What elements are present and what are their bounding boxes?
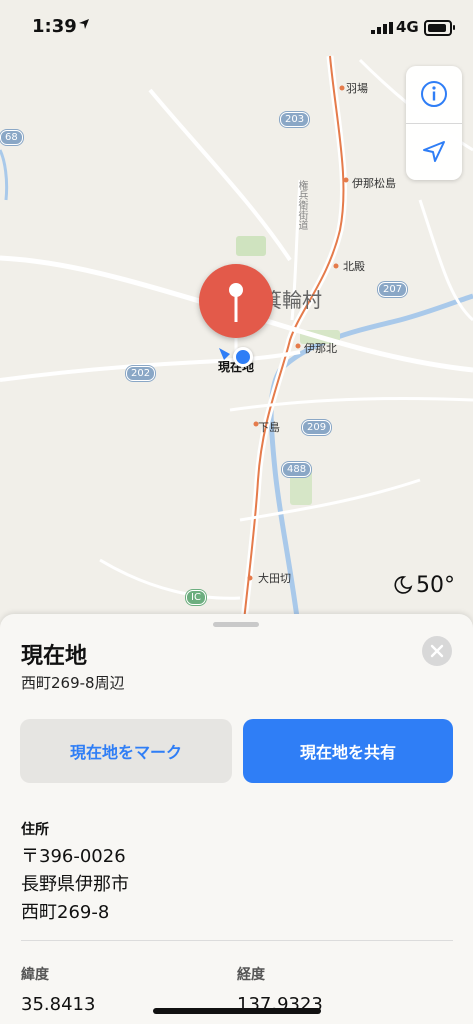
latitude-label: 緯度: [21, 967, 49, 983]
address-label: 住所: [21, 822, 49, 838]
battery-icon: [424, 20, 455, 36]
map-label-ootagiri: 大田切: [258, 572, 291, 585]
latitude-value: 35.8413: [21, 994, 96, 1015]
place-title: 現在地: [21, 644, 88, 669]
weather-temp: 50°: [416, 573, 455, 598]
home-indicator[interactable]: [153, 1008, 321, 1014]
route-shield-202: 202: [126, 366, 156, 381]
map-controls: [406, 66, 462, 180]
dropped-pin-marker[interactable]: [199, 264, 273, 338]
status-time: 1:39: [32, 16, 77, 37]
interchange-icon: IC: [186, 590, 206, 605]
weather-indicator: 50°: [390, 573, 455, 598]
address-prefecture-city: 長野県伊那市: [21, 874, 129, 895]
current-location-dot[interactable]: [233, 347, 253, 367]
map-label-shimojima: 下島: [258, 421, 280, 434]
map-label-haba: 羽場: [346, 82, 368, 95]
route-shield-68: 68: [0, 130, 23, 145]
map-label-ina-kita: 伊那北: [304, 342, 337, 355]
route-shield-209: 209: [302, 420, 332, 435]
map-label-road: 権兵衛街道: [296, 180, 307, 230]
location-arrow-icon: [79, 19, 89, 29]
address-postal: 〒396-0026: [21, 846, 126, 867]
divider: [21, 940, 453, 941]
status-bar: 1:39 4G: [0, 0, 473, 56]
longitude-label: 経度: [237, 967, 265, 983]
sheet-grabber[interactable]: [213, 622, 259, 627]
moon-cloud-icon: [394, 575, 413, 594]
location-arrow-outline-icon: [423, 141, 445, 162]
route-shield-203: 203: [280, 112, 310, 127]
share-location-button[interactable]: 現在地を共有: [243, 719, 453, 783]
pin-icon: [229, 283, 243, 322]
map-view[interactable]: 羽場 伊那松島 北殿 箕輪村 伊那北 下島 大田切 現在地 権兵衛街道 203 …: [0, 0, 473, 640]
mark-location-button[interactable]: 現在地をマーク: [20, 719, 232, 783]
info-button[interactable]: [406, 66, 462, 122]
cellular-signal-icon: [371, 22, 393, 34]
close-icon: [430, 644, 444, 658]
map-label-ina-matsushima: 伊那松島: [352, 177, 396, 190]
close-button[interactable]: [422, 636, 452, 666]
place-sheet: 現在地 西町269-8周辺 現在地をマーク 現在地を共有 住所 〒396-002…: [0, 614, 473, 1024]
route-shield-488: 488: [282, 462, 312, 477]
network-type: 4G: [396, 18, 419, 36]
place-subtitle: 西町269-8周辺: [21, 674, 125, 692]
map-label-kitatono: 北殿: [343, 260, 365, 273]
info-icon: [421, 81, 447, 107]
address-street: 西町269-8: [21, 902, 110, 923]
track-location-button[interactable]: [406, 124, 462, 180]
route-shield-207: 207: [378, 282, 408, 297]
